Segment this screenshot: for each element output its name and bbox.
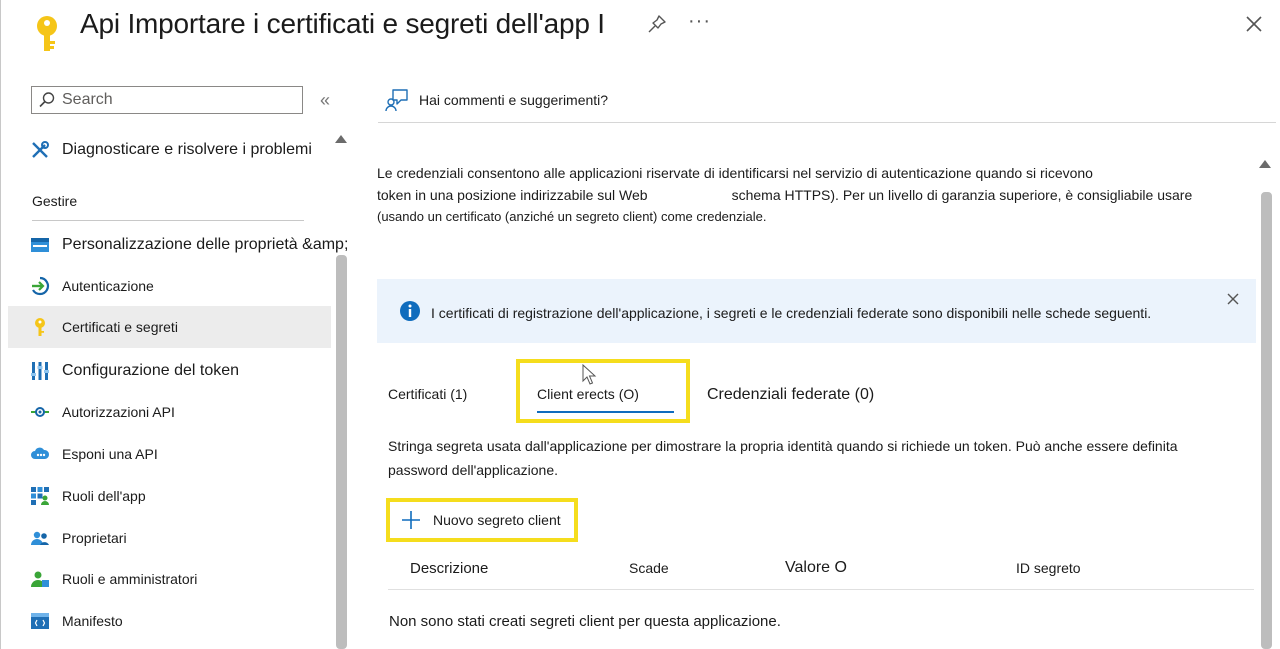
intro-line-2b: schema HTTPS). Per un livello di garanzi… bbox=[731, 187, 1193, 203]
tab-federated-credentials[interactable]: Credenziali federate (0) bbox=[707, 386, 874, 404]
info-icon bbox=[400, 301, 420, 321]
sidebar-scroll-up-arrow[interactable] bbox=[335, 135, 347, 143]
feedback-label: Hai commenti e suggerimenti? bbox=[419, 92, 609, 108]
sidebar-item-diagnose[interactable]: Diagnosticare e risolvere i problemi bbox=[8, 129, 331, 171]
token-config-icon bbox=[30, 361, 50, 381]
left-border bbox=[0, 0, 1, 649]
intro-line-3: (usando un certificato (anziché un segre… bbox=[377, 209, 767, 224]
intro-line-1: Le credenziali consentono alle applicazi… bbox=[377, 165, 1093, 181]
description-line-1: Stringa segreta usata dall'applicazione … bbox=[388, 438, 1178, 454]
section-heading-manage: Gestire bbox=[32, 193, 78, 209]
page-title: Api Importare i certificati e segreti de… bbox=[80, 8, 605, 39]
sidebar-item-label: Configurazione del token bbox=[62, 362, 240, 379]
sidebar-item-owners[interactable]: Proprietari bbox=[8, 517, 331, 559]
sidebar-item-label: Ruoli e amministratori bbox=[62, 571, 198, 587]
sidebar-item-label: Personalizzazione delle proprietà &amp; bbox=[62, 236, 349, 253]
tab-certificates[interactable]: Certificati (1) bbox=[388, 386, 467, 402]
info-banner-text: I certificati di registrazione dell'appl… bbox=[431, 305, 1152, 321]
client-secrets-description: Stringa segreta usata dall'applicazione … bbox=[388, 434, 1248, 482]
divider bbox=[378, 122, 1276, 123]
sidebar-item-token-configuration[interactable]: Configurazione del token bbox=[8, 350, 331, 392]
key-icon bbox=[30, 317, 50, 337]
feedback-link[interactable]: Hai commenti e suggerimenti? bbox=[385, 88, 608, 112]
intro-line-2: token in una posizione indirizzabile sul… bbox=[377, 184, 1257, 206]
close-icon[interactable] bbox=[1243, 13, 1265, 35]
column-header-secret-id[interactable]: ID segreto bbox=[1016, 560, 1081, 576]
description-line-2: password dell'applicazione. bbox=[388, 462, 558, 478]
intro-text: Le credenziali consentono alle applicazi… bbox=[377, 162, 1257, 228]
collapse-sidebar-icon[interactable]: « bbox=[320, 90, 330, 111]
app-roles-icon bbox=[30, 486, 50, 506]
sidebar-item-certificates-secrets[interactable]: Certificati e segreti bbox=[8, 306, 331, 348]
sidebar-item-label: Manifesto bbox=[62, 613, 123, 629]
column-header-value[interactable]: Valore O bbox=[785, 559, 847, 577]
feedback-icon bbox=[385, 89, 408, 112]
sidebar-item-expose-api[interactable]: Esponi una API bbox=[8, 433, 331, 475]
new-client-secret-button[interactable]: Nuovo segreto client bbox=[386, 498, 578, 542]
plus-icon bbox=[402, 511, 420, 529]
sidebar-item-label: Ruoli dell'app bbox=[62, 488, 146, 504]
key-icon bbox=[37, 16, 57, 51]
dismiss-banner-icon[interactable] bbox=[1226, 292, 1240, 306]
api-permissions-icon bbox=[30, 402, 50, 422]
main-scrollbar-thumb[interactable] bbox=[1261, 192, 1272, 649]
column-header-description[interactable]: Descrizione bbox=[410, 560, 488, 577]
sidebar-scrollbar-thumb[interactable] bbox=[336, 255, 347, 649]
search-input[interactable] bbox=[60, 90, 294, 110]
search-icon bbox=[39, 92, 55, 108]
empty-table-message: Non sono stati creati segreti client per… bbox=[389, 613, 781, 630]
sidebar-item-branding[interactable]: Personalizzazione delle proprietà &amp; bbox=[8, 224, 348, 266]
table-header-divider bbox=[388, 589, 1254, 590]
sidebar-item-label: Proprietari bbox=[62, 530, 127, 546]
branding-icon bbox=[30, 235, 50, 255]
sidebar-item-label: Esponi una API bbox=[62, 446, 158, 462]
more-options-icon[interactable]: ··· bbox=[688, 10, 711, 33]
pin-icon[interactable] bbox=[646, 13, 668, 35]
wrench-icon bbox=[30, 140, 50, 160]
owners-icon bbox=[30, 528, 50, 548]
intro-line-2a: token in una posizione indirizzabile sul… bbox=[377, 187, 648, 203]
authentication-icon bbox=[30, 276, 50, 296]
sidebar-item-manifest[interactable]: Manifesto bbox=[8, 600, 331, 642]
sidebar-item-app-roles[interactable]: Ruoli dell'app bbox=[8, 475, 331, 517]
divider bbox=[32, 220, 304, 221]
sidebar-item-authentication[interactable]: Autenticazione bbox=[8, 265, 331, 307]
new-client-secret-label: Nuovo segreto client bbox=[433, 512, 561, 528]
mouse-cursor-icon bbox=[582, 364, 597, 385]
sidebar-item-label: Autenticazione bbox=[62, 278, 154, 294]
sidebar-item-label: Certificati e segreti bbox=[62, 319, 178, 335]
highlight-box-tab bbox=[516, 359, 690, 423]
cloud-icon bbox=[30, 444, 50, 464]
manifest-icon bbox=[30, 611, 50, 631]
sidebar-item-label: Autorizzazioni API bbox=[62, 404, 175, 420]
sidebar-item-api-permissions[interactable]: Autorizzazioni API bbox=[8, 391, 331, 433]
sidebar-item-roles-admins[interactable]: Ruoli e amministratori bbox=[8, 558, 331, 600]
main-scroll-up-arrow[interactable] bbox=[1259, 160, 1271, 168]
column-header-expires[interactable]: Scade bbox=[629, 560, 669, 576]
sidebar-item-label: Diagnosticare e risolvere i problemi bbox=[62, 141, 312, 158]
roles-admin-icon bbox=[30, 569, 50, 589]
search-box[interactable] bbox=[31, 86, 303, 114]
